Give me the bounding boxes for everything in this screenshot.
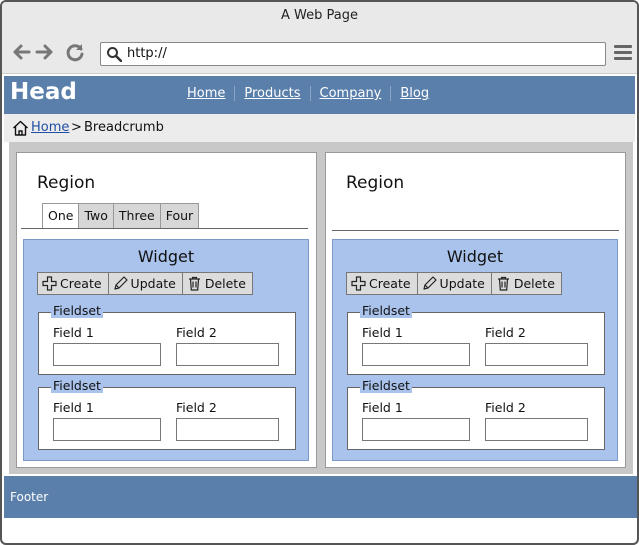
create-button-label: Create <box>369 276 411 291</box>
widget: Widget Create Update Delete Fieldset Fie… <box>23 239 309 461</box>
fieldset-legend: Fieldset <box>360 378 412 393</box>
field-2-input[interactable] <box>176 418 279 441</box>
fieldset: Fieldset Field 1 Field 2 <box>347 379 605 450</box>
fieldset-legend: Fieldset <box>51 378 103 393</box>
create-button-label: Create <box>60 276 102 291</box>
pencil-icon <box>113 276 128 290</box>
field-2-label: Field 2 <box>485 400 526 415</box>
region-title: Region <box>346 173 405 193</box>
footer-text: Footer <box>10 490 49 504</box>
nav-link-blog[interactable]: Blog <box>391 86 438 101</box>
widget-title: Widget <box>137 247 195 266</box>
field-1-input[interactable] <box>53 418 161 441</box>
site-header: Head Home Products Company Blog <box>4 76 635 114</box>
field-1-label: Field 1 <box>362 325 403 340</box>
tab-two[interactable]: Two <box>78 203 114 229</box>
delete-button-label: Delete <box>513 276 555 291</box>
fieldset-legend: Fieldset <box>360 303 412 318</box>
field-2-label: Field 2 <box>176 325 217 340</box>
site-logo: Head <box>10 79 77 105</box>
breadcrumb-home-link[interactable]: Home <box>31 120 69 135</box>
fieldset: Fieldset Field 1 Field 2 <box>38 304 296 375</box>
main-content: Region One Two Three Four Widget Create <box>9 142 633 474</box>
delete-button[interactable]: Delete <box>490 272 562 295</box>
browser-toolbar: http:// <box>2 30 637 74</box>
nav-link-company[interactable]: Company <box>311 86 392 101</box>
address-bar[interactable]: http:// <box>100 42 606 66</box>
region-right: Region Widget Create Update Delete Field… <box>325 152 626 468</box>
browser-window: A Web Page http:// Head Home Products Co… <box>0 0 639 545</box>
field-1-label: Field 1 <box>53 325 94 340</box>
widget-toolbar: Create Update Delete <box>37 272 253 295</box>
fieldset-legend: Fieldset <box>51 303 103 318</box>
fieldset: Fieldset Field 1 Field 2 <box>38 379 296 450</box>
field-1-label: Field 1 <box>362 400 403 415</box>
field-2-input[interactable] <box>176 343 279 366</box>
trash-icon <box>188 276 200 291</box>
widget-title: Widget <box>446 247 504 266</box>
window-title: A Web Page <box>2 2 637 30</box>
update-button[interactable]: Update <box>107 272 183 295</box>
widget: Widget Create Update Delete Fieldset Fie… <box>332 239 618 461</box>
nav-link-home[interactable]: Home <box>178 86 236 101</box>
plus-icon <box>42 276 57 291</box>
plus-icon <box>351 276 366 291</box>
field-1-input[interactable] <box>362 343 470 366</box>
fieldset: Fieldset Field 1 Field 2 <box>347 304 605 375</box>
field-2-label: Field 2 <box>176 400 217 415</box>
back-arrow-icon[interactable] <box>10 41 32 63</box>
forward-arrow-icon[interactable] <box>34 41 56 63</box>
field-2-input[interactable] <box>485 418 588 441</box>
tab-three[interactable]: Three <box>112 203 161 229</box>
breadcrumb-separator: > <box>71 120 82 135</box>
update-button-label: Update <box>130 276 176 291</box>
field-1-input[interactable] <box>53 343 161 366</box>
breadcrumb-current: Breadcrumb <box>84 120 164 135</box>
tab-bar: One Two Three Four <box>42 203 200 229</box>
address-url: http:// <box>127 46 167 61</box>
delete-button[interactable]: Delete <box>181 272 253 295</box>
field-2-label: Field 2 <box>485 325 526 340</box>
field-1-label: Field 1 <box>53 400 94 415</box>
tab-four[interactable]: Four <box>159 203 200 229</box>
tab-divider <box>21 228 308 229</box>
pencil-icon <box>422 276 437 290</box>
hamburger-menu-icon[interactable] <box>614 45 632 63</box>
delete-button-label: Delete <box>204 276 246 291</box>
create-button[interactable]: Create <box>346 272 418 295</box>
widget-toolbar: Create Update Delete <box>346 272 562 295</box>
home-icon <box>13 120 28 136</box>
create-button[interactable]: Create <box>37 272 109 295</box>
region-divider <box>332 230 619 231</box>
field-1-input[interactable] <box>362 418 470 441</box>
region-left: Region One Two Three Four Widget Create <box>16 152 317 468</box>
site-footer: Footer <box>4 476 637 518</box>
reload-icon[interactable] <box>64 41 86 63</box>
update-button-label: Update <box>439 276 485 291</box>
nav-link-products[interactable]: Products <box>235 86 311 101</box>
breadcrumb: Home > Breadcrumb <box>4 114 635 142</box>
update-button[interactable]: Update <box>416 272 492 295</box>
region-title: Region <box>37 173 96 193</box>
search-icon <box>107 47 122 62</box>
top-navigation: Home Products Company Blog <box>178 86 438 101</box>
tab-one[interactable]: One <box>42 203 80 229</box>
trash-icon <box>497 276 509 291</box>
field-2-input[interactable] <box>485 343 588 366</box>
